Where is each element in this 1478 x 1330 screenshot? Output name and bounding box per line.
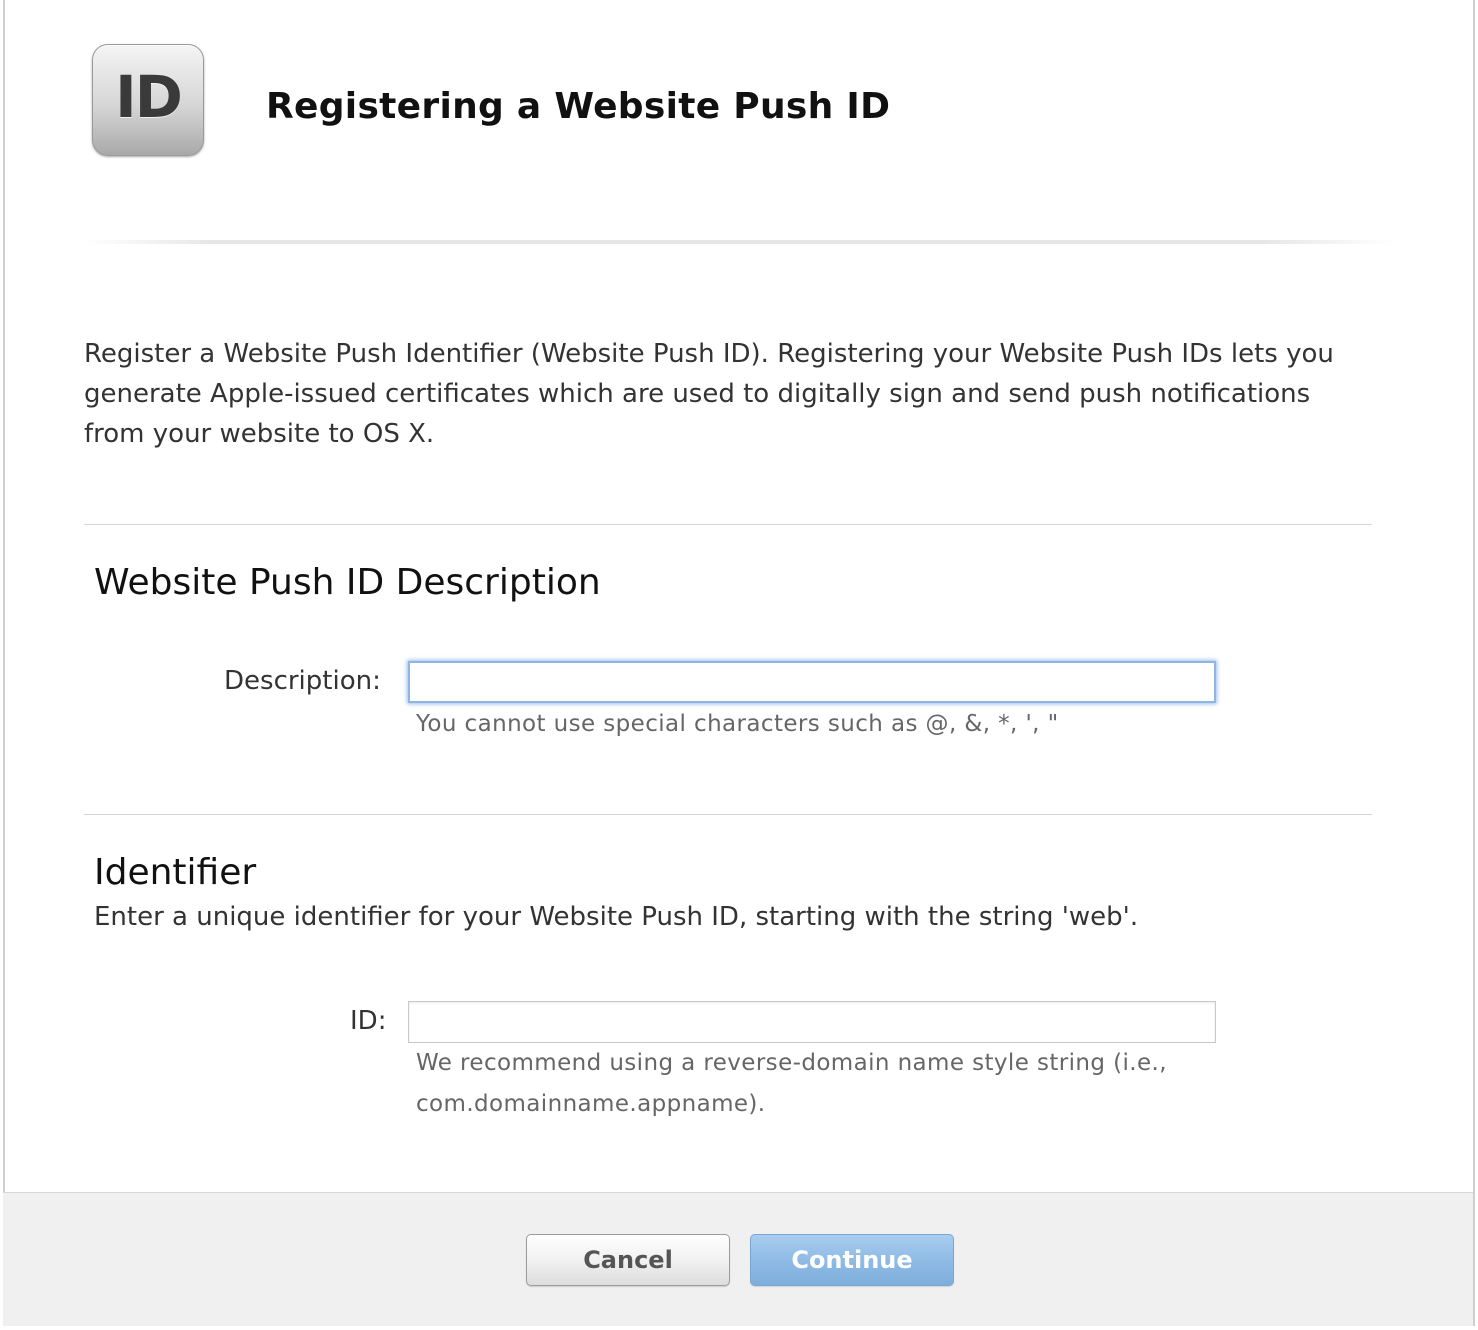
description-section-title: Website Push ID Description <box>94 562 601 603</box>
id-badge-icon-text: ID <box>115 63 183 131</box>
section-divider <box>84 814 1372 815</box>
cancel-button[interactable]: Cancel <box>526 1234 730 1286</box>
id-input[interactable] <box>408 1001 1216 1043</box>
continue-button[interactable]: Continue <box>750 1234 954 1286</box>
header-divider <box>84 240 1394 244</box>
identifier-section-subtitle: Enter a unique identifier for your Websi… <box>94 902 1139 932</box>
section-divider <box>84 524 1372 525</box>
dialog-footer <box>3 1192 1473 1326</box>
id-badge-icon: ID <box>92 44 204 156</box>
description-hint: You cannot use special characters such a… <box>416 711 1059 737</box>
page-title: Registering a Website Push ID <box>266 86 891 127</box>
identifier-section-title: Identifier <box>94 852 257 893</box>
description-input[interactable] <box>408 661 1216 703</box>
description-label: Description: <box>224 666 381 696</box>
id-hint: We recommend using a reverse-domain name… <box>416 1050 1167 1117</box>
intro-text: Register a Website Push Identifier (Webs… <box>84 339 1334 449</box>
id-label: ID: <box>350 1006 387 1036</box>
